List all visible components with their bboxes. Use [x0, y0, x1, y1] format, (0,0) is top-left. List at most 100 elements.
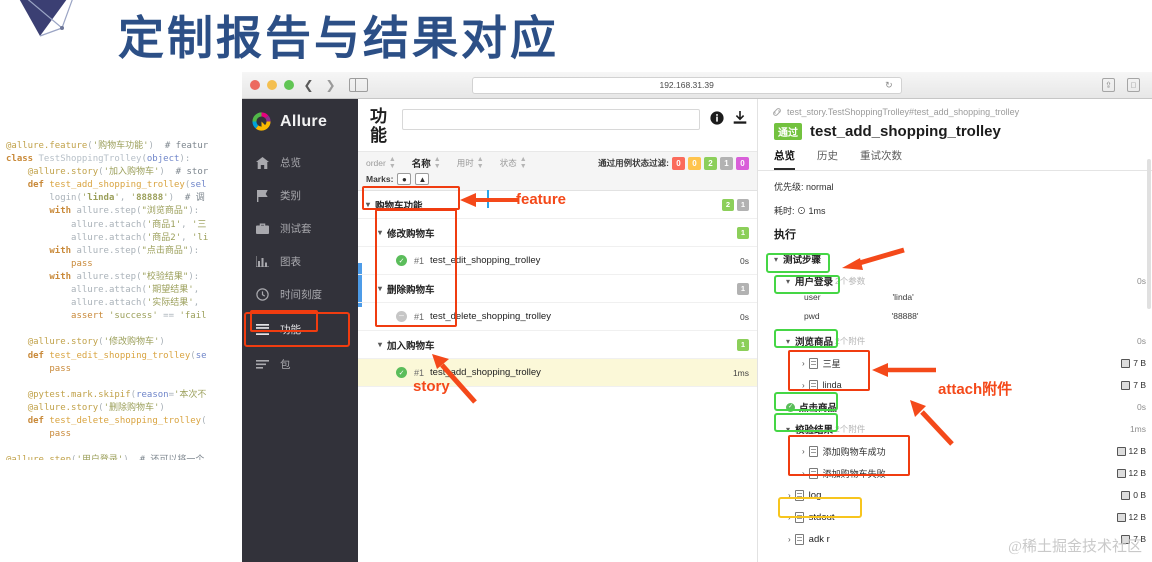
test-duration: 1ms: [732, 367, 749, 378]
chevron-right-icon[interactable]: ›: [788, 513, 791, 522]
step-attachment-count: 2个附件: [835, 424, 866, 434]
tree-node-test[interactable]: ─ #1 test_delete_shopping_trolley 0s: [358, 303, 757, 331]
bar-chart-icon: [254, 255, 270, 269]
file-icon: [808, 357, 818, 369]
sidebar-item-suites[interactable]: 测试套: [242, 212, 358, 245]
attachment-row[interactable]: › 三星 7 B: [758, 352, 1152, 374]
flaky-icon[interactable]: ●: [397, 173, 412, 185]
step-label: 浏览商品: [795, 337, 834, 348]
suitcase-icon: [254, 222, 270, 236]
tab-overview[interactable]: 总览: [774, 148, 795, 170]
code-snippet: @allure.feature('购物车功能') # featur class …: [6, 141, 209, 460]
attachment-type-icon: [1116, 512, 1126, 522]
tab-history[interactable]: 历史: [817, 148, 838, 170]
address-bar[interactable]: 192.168.31.39 ↻: [471, 76, 902, 94]
attachment-name: 三星: [822, 358, 841, 369]
chevron-right-icon[interactable]: ›: [788, 491, 791, 500]
step-browse-products[interactable]: ▾ 浏览商品 2个附件 0s: [758, 330, 1152, 352]
sidebar-label: 时间刻度: [280, 289, 322, 301]
tree-node-test[interactable]: ✓ #1 test_edit_shopping_trolley 0s: [358, 247, 757, 275]
file-icon: [794, 489, 804, 501]
sidebar-toggle-icon[interactable]: [349, 78, 368, 92]
step-duration: 0s: [1137, 276, 1146, 286]
sidebar-item-timeline[interactable]: 时间刻度: [242, 278, 358, 311]
attachment-row-log[interactable]: › log 0 B: [758, 484, 1152, 506]
test-steps-root[interactable]: ▾ 测试步骤: [758, 248, 1152, 270]
behaviors-panel: 功能 order ▲ ▼ 名称 ▲ ▼ 用时 ▲ ▼ 状态 ▲ ▼ 通过用例状态…: [358, 99, 758, 562]
browser-window: ❮ ❯ 192.168.31.39 ↻ ⇪ □ Allure 总览 类别 测试套…: [242, 72, 1152, 562]
maximize-window-button[interactable]: [284, 80, 294, 90]
sort-order[interactable]: order ▲ ▼: [366, 156, 396, 170]
marks-label: Marks:: [366, 174, 394, 184]
back-arrow-icon[interactable]: ❮: [301, 78, 316, 92]
attachment-row[interactable]: › 添加购物车失败 12 B: [758, 462, 1152, 484]
passed-count-badge: 1: [737, 226, 749, 239]
tree-node-label: 删除购物车: [387, 284, 435, 296]
chevron-down-icon[interactable]: ▾: [786, 337, 790, 346]
attachment-size: 7 B: [1133, 380, 1146, 390]
minimize-window-button[interactable]: [267, 80, 277, 90]
filter-badge-passed[interactable]: 2: [704, 156, 717, 170]
chevron-down-icon[interactable]: ▾: [378, 284, 382, 293]
chevron-right-icon[interactable]: ›: [802, 381, 805, 390]
feature-arrow-icon: [460, 193, 518, 207]
chevron-down-icon[interactable]: ▾: [774, 255, 778, 264]
attachment-row-stdout[interactable]: › stdout 12 B: [758, 506, 1152, 528]
search-input[interactable]: [402, 109, 700, 130]
step-user-login[interactable]: ▾ 用户登录 2个参数 0s: [758, 270, 1152, 292]
execution-heading: 执行: [774, 229, 796, 241]
reload-icon[interactable]: ↻: [885, 80, 893, 91]
home-icon: [254, 156, 270, 170]
tree-node-story[interactable]: ▾ 修改购物车 1: [358, 219, 757, 247]
story-arrow-icon: [432, 354, 477, 404]
filter-badge-unknown[interactable]: 0: [736, 156, 749, 170]
tab-retries[interactable]: 重试次数: [860, 148, 902, 170]
chevron-down-icon[interactable]: ▾: [366, 200, 370, 209]
tree-node-story[interactable]: ▾ 加入购物车 1: [358, 331, 757, 359]
chevron-down-icon[interactable]: ▾: [786, 277, 790, 286]
sort-duration[interactable]: 用时 ▲ ▼: [457, 156, 484, 170]
sort-status[interactable]: 状态 ▲ ▼: [500, 156, 527, 170]
attachment-type-icon: [1121, 358, 1131, 368]
allure-brand[interactable]: Allure: [242, 99, 358, 146]
attachment-name: 添加购物车成功: [822, 446, 886, 457]
filter-badge-skipped[interactable]: 1: [720, 156, 733, 170]
sidebar-item-overview[interactable]: 总览: [242, 146, 358, 179]
filter-badge-broken[interactable]: 0: [688, 156, 701, 170]
tree-node-label: 购物车功能: [375, 200, 423, 212]
forward-arrow-icon[interactable]: ❯: [323, 78, 338, 92]
download-icon[interactable]: [733, 111, 747, 125]
attachment-size: 12 B: [1128, 446, 1147, 456]
share-icon[interactable]: ⇪: [1101, 78, 1115, 92]
filter-badge-failed[interactable]: 0: [672, 156, 685, 170]
new-tab-icon[interactable]: □: [1126, 78, 1140, 92]
chevron-right-icon[interactable]: ›: [788, 535, 791, 544]
close-window-button[interactable]: [250, 80, 260, 90]
passed-count-badge: 1: [737, 338, 749, 351]
sidebar-item-behaviors[interactable]: 功能: [244, 312, 350, 347]
info-icon[interactable]: [710, 111, 724, 125]
tree-node-story[interactable]: ▾ 删除购物车 1: [358, 275, 757, 303]
sidebar-item-graphs[interactable]: 图表: [242, 245, 358, 278]
chevron-down-icon[interactable]: ▾: [786, 425, 790, 434]
breadcrumb: test_story.TestShoppingTrolley#test_add_…: [758, 107, 1152, 117]
sort-and-filter-bar: order ▲ ▼ 名称 ▲ ▼ 用时 ▲ ▼ 状态 ▲ ▼ 通过用例状态过滤:…: [358, 151, 757, 191]
chevron-down-icon[interactable]: ▾: [378, 340, 382, 349]
chevron-down-icon[interactable]: ▾: [378, 228, 382, 237]
sort-name[interactable]: 名称 ▲ ▼: [412, 156, 441, 170]
chevron-right-icon[interactable]: ›: [802, 359, 805, 368]
status-passed-icon: ✓: [396, 255, 407, 266]
test-duration: 0s: [740, 255, 749, 266]
chevron-right-icon[interactable]: ›: [802, 447, 805, 456]
warn-icon[interactable]: ▲: [415, 173, 430, 185]
skipped-count-badge: 1: [737, 282, 749, 295]
browser-chrome-bar: ❮ ❯ 192.168.31.39 ↻ ⇪ □: [242, 72, 1152, 99]
sidebar-label: 总览: [280, 157, 301, 169]
sidebar-label: 测试套: [280, 223, 312, 235]
chevron-right-icon[interactable]: ›: [802, 469, 805, 478]
watermark: @稀土掘金技术社区: [1008, 539, 1142, 555]
sidebar-item-packages[interactable]: 包: [242, 348, 358, 381]
status-passed-icon: ✓: [396, 367, 407, 378]
sidebar-item-categories[interactable]: 类别: [242, 179, 358, 212]
file-icon: [808, 445, 818, 457]
